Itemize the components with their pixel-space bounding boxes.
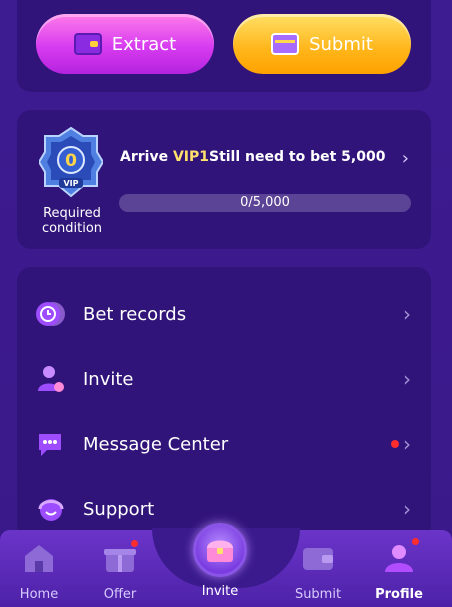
bet-amount: 5,000 (341, 149, 386, 165)
profile-page: Extract Submit 0 VIP Required condition … (0, 0, 452, 607)
vip-progress-bar: 0/5,000 (119, 194, 411, 212)
wallet-icon (303, 548, 333, 570)
notification-dot (412, 538, 419, 545)
menu-item-bet-records[interactable]: Bet records › (17, 291, 431, 337)
submit-button[interactable]: Submit (233, 14, 411, 74)
chevron-right-icon: › (403, 432, 411, 456)
profile-icon (385, 545, 413, 572)
arrive-prefix: Arrive (120, 149, 173, 165)
message-icon (39, 434, 61, 456)
nav-home-label: Home (19, 587, 59, 602)
nav-home[interactable]: Home (4, 542, 74, 602)
menu-label-message-center: Message Center (83, 433, 229, 455)
nav-submit-label: Submit (294, 587, 342, 602)
menu-label-bet-records: Bet records (83, 303, 187, 325)
chevron-right-icon[interactable]: › (402, 148, 409, 169)
extract-label: Extract (111, 33, 177, 55)
nav-invite-label: Invite (201, 584, 239, 599)
home-icon (25, 545, 53, 572)
vip-progress-text: 0/5,000 (240, 195, 290, 210)
menu-label-invite: Invite (83, 368, 134, 390)
nav-offer[interactable]: Offer (85, 540, 155, 602)
chevron-right-icon: › (403, 367, 411, 391)
unread-badge (391, 440, 399, 448)
nav-profile-label: Profile (375, 587, 423, 602)
extract-button[interactable]: Extract (36, 14, 214, 74)
wallet-actions-card: Extract Submit (17, 0, 431, 92)
card-icon (271, 33, 300, 55)
chevron-right-icon: › (403, 302, 411, 326)
vip-requirement-text: Arrive VIP1Still need to bet 5,000 (120, 149, 385, 165)
chevron-right-icon: › (403, 497, 411, 521)
menu-item-message-center[interactable]: Message Center › (17, 421, 431, 467)
required-condition-label: Required condition (41, 206, 103, 236)
invite-user-icon (38, 366, 64, 392)
nav-offer-label: Offer (103, 587, 137, 602)
vip-target-level: VIP1 (172, 149, 209, 165)
notification-dot (131, 540, 138, 547)
menu-label-support: Support (83, 498, 155, 520)
still-need-text: Still need to bet (208, 149, 342, 165)
vip-tag: VIP (63, 179, 78, 188)
submit-label: Submit (309, 33, 373, 55)
support-headset-icon (38, 499, 64, 521)
nav-profile[interactable]: Profile (364, 538, 434, 602)
bet-records-icon (36, 302, 65, 326)
vip-badge-icon: 0 VIP (39, 126, 103, 198)
nav-invite-button[interactable] (193, 523, 247, 577)
treasure-chest-icon (207, 540, 233, 562)
menu-item-invite[interactable]: Invite › (17, 356, 431, 402)
vip-progress-card[interactable]: 0 VIP Required condition Arrive VIP1Stil… (17, 110, 431, 249)
vip-level-number: 0 (65, 151, 77, 171)
wallet-icon (73, 33, 102, 55)
